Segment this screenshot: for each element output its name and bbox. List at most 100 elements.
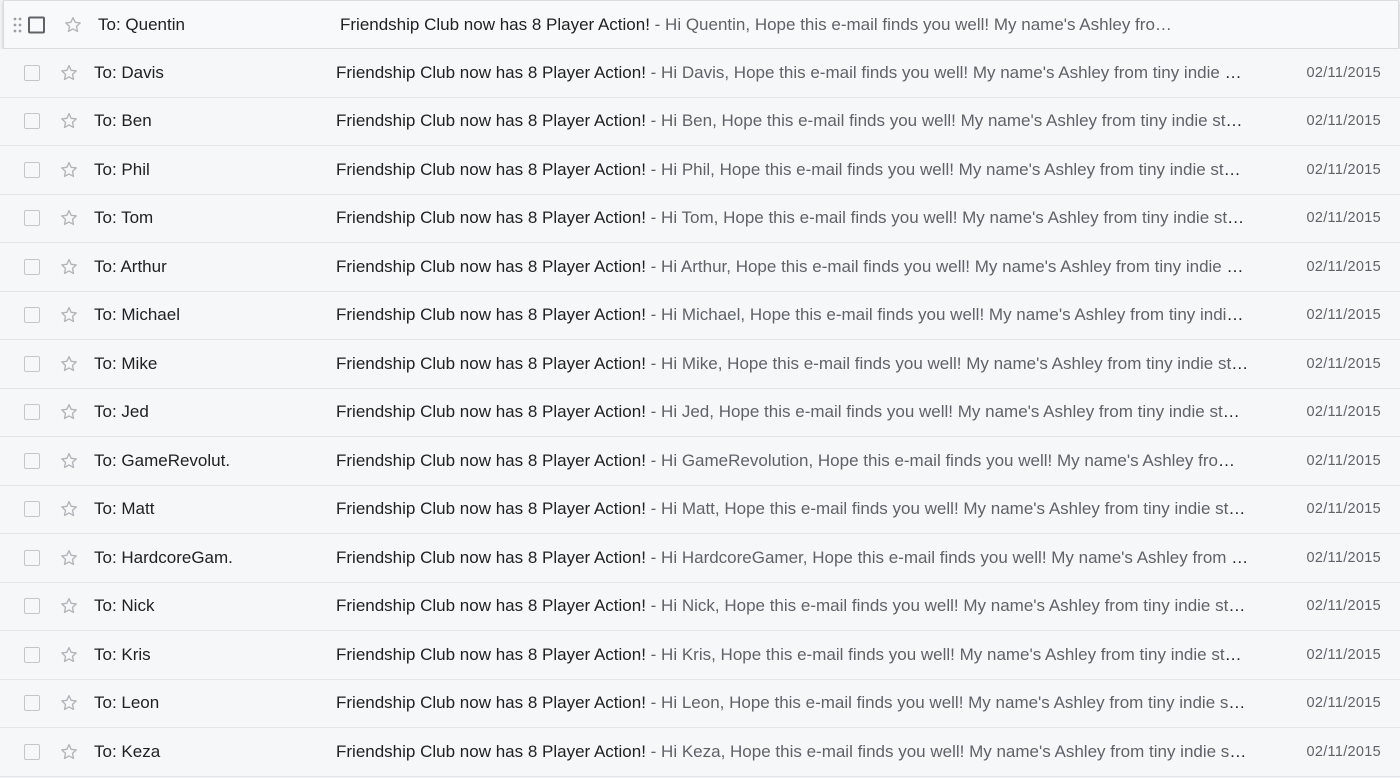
message-preview: Friendship Club now has 8 Player Action!…: [336, 548, 1249, 568]
email-row[interactable]: To: Nick Friendship Club now has 8 Playe…: [0, 582, 1400, 631]
snippet: - Hi Jed, Hope this e-mail finds you wel…: [650, 402, 1249, 422]
recipient: To: Jed: [94, 402, 149, 422]
subject: Friendship Club now has 8 Player Action!: [336, 596, 646, 616]
email-row[interactable]: To: Matt Friendship Club now has 8 Playe…: [0, 485, 1400, 534]
star-outline-icon[interactable]: [59, 402, 79, 422]
message-preview: Friendship Club now has 8 Player Action!…: [336, 354, 1249, 374]
email-list: To: Quentin Friendship Club now has 8 Pl…: [0, 0, 1400, 777]
star-outline-icon[interactable]: [59, 208, 79, 228]
date: 02/11/2015: [1306, 501, 1381, 518]
recipient: To: Leon: [94, 693, 160, 713]
select-checkbox[interactable]: [24, 307, 40, 324]
snippet: - Hi Mike, Hope this e-mail finds you we…: [650, 353, 1249, 373]
star-outline-icon[interactable]: [59, 742, 79, 762]
select-checkbox[interactable]: [24, 258, 40, 275]
snippet: - Hi GameRevolution, Hope this e-mail fi…: [650, 450, 1249, 470]
email-row[interactable]: To: GameRevolut. Friendship Club now has…: [0, 437, 1400, 486]
select-checkbox[interactable]: [24, 355, 40, 372]
date: 02/11/2015: [1306, 598, 1381, 615]
email-row[interactable]: To: Davis Friendship Club now has 8 Play…: [0, 49, 1400, 98]
message-preview: Friendship Club now has 8 Player Action!…: [336, 451, 1249, 471]
snippet: - Hi Michael, Hope this e-mail finds you…: [650, 305, 1249, 325]
recipient: To: Davis: [94, 62, 164, 82]
recipient: To: HardcoreGam.: [94, 547, 233, 567]
star-outline-icon[interactable]: [59, 111, 79, 131]
subject: Friendship Club now has 8 Player Action!: [336, 256, 646, 276]
select-checkbox[interactable]: [24, 210, 40, 227]
select-checkbox[interactable]: [24, 452, 40, 469]
select-checkbox[interactable]: [24, 598, 40, 615]
message-preview: Friendship Club now has 8 Player Action!…: [336, 645, 1249, 665]
star-outline-icon[interactable]: [63, 15, 83, 35]
select-checkbox[interactable]: [24, 549, 40, 566]
recipient: To: Mike: [94, 353, 158, 373]
select-checkbox[interactable]: [24, 501, 40, 518]
select-checkbox[interactable]: [24, 404, 40, 421]
star-outline-icon[interactable]: [59, 596, 79, 616]
recipient: To: Nick: [94, 596, 155, 616]
recipient: To: Phil: [94, 159, 150, 179]
star-outline-icon[interactable]: [59, 645, 79, 665]
subject: Friendship Club now has 8 Player Action!: [336, 208, 646, 228]
subject: Friendship Club now has 8 Player Action!: [336, 305, 646, 325]
snippet: - Hi Quentin, Hope this e-mail finds you…: [649, 14, 1172, 34]
recipient: To: Arthur: [94, 256, 167, 276]
message-preview: Friendship Club now has 8 Player Action!…: [336, 63, 1249, 83]
star-outline-icon[interactable]: [59, 305, 79, 325]
select-checkbox[interactable]: [24, 113, 40, 130]
message-preview: Friendship Club now has 8 Player Action!…: [340, 15, 1182, 35]
snippet: - Hi Keza, Hope this e-mail finds you we…: [650, 741, 1249, 761]
message-preview: Friendship Club now has 8 Player Action!…: [336, 742, 1249, 762]
star-outline-icon[interactable]: [59, 499, 79, 519]
email-row[interactable]: To: Arthur Friendship Club now has 8 Pla…: [0, 243, 1400, 292]
recipient: To: Kris: [94, 644, 151, 664]
date: 02/11/2015: [1306, 355, 1381, 372]
drag-handle-icon[interactable]: [13, 17, 23, 33]
message-preview: Friendship Club now has 8 Player Action!…: [336, 402, 1249, 422]
recipient: To: Quentin: [98, 14, 185, 34]
email-row[interactable]: To: Kris Friendship Club now has 8 Playe…: [0, 631, 1400, 680]
star-outline-icon[interactable]: [59, 257, 79, 277]
email-row[interactable]: To: HardcoreGam. Friendship Club now has…: [0, 534, 1400, 583]
select-checkbox[interactable]: [24, 64, 40, 81]
date: 02/11/2015: [1306, 161, 1381, 178]
subject: Friendship Club now has 8 Player Action!: [340, 14, 650, 34]
select-checkbox[interactable]: [28, 16, 45, 33]
star-outline-icon[interactable]: [59, 354, 79, 374]
email-row[interactable]: To: Michael Friendship Club now has 8 Pl…: [0, 291, 1400, 340]
email-row[interactable]: To: Mike Friendship Club now has 8 Playe…: [0, 340, 1400, 389]
email-row[interactable]: To: Jed Friendship Club now has 8 Player…: [0, 388, 1400, 437]
star-outline-icon[interactable]: [59, 160, 79, 180]
subject: Friendship Club now has 8 Player Action!: [336, 547, 646, 567]
select-checkbox[interactable]: [24, 646, 40, 663]
message-preview: Friendship Club now has 8 Player Action!…: [336, 693, 1249, 713]
star-outline-icon[interactable]: [59, 693, 79, 713]
subject: Friendship Club now has 8 Player Action!: [336, 693, 646, 713]
subject: Friendship Club now has 8 Player Action!: [336, 450, 646, 470]
star-outline-icon[interactable]: [59, 548, 79, 568]
select-checkbox[interactable]: [24, 743, 40, 760]
email-row[interactable]: To: Ben Friendship Club now has 8 Player…: [0, 97, 1400, 146]
message-preview: Friendship Club now has 8 Player Action!…: [336, 208, 1249, 228]
select-checkbox[interactable]: [24, 161, 40, 178]
select-checkbox[interactable]: [24, 695, 40, 712]
star-outline-icon[interactable]: [59, 451, 79, 471]
subject: Friendship Club now has 8 Player Action!: [336, 644, 646, 664]
email-row[interactable]: To: Tom Friendship Club now has 8 Player…: [0, 194, 1400, 243]
recipient: To: Tom: [94, 208, 154, 228]
date: 02/11/2015: [1306, 695, 1381, 712]
date: 02/11/2015: [1306, 404, 1381, 421]
email-row[interactable]: To: Leon Friendship Club now has 8 Playe…: [0, 679, 1400, 728]
date: 02/11/2015: [1306, 646, 1381, 663]
email-row[interactable]: To: Keza Friendship Club now has 8 Playe…: [0, 728, 1400, 777]
snippet: - Hi Matt, Hope this e-mail finds you we…: [650, 499, 1249, 519]
snippet: - Hi Davis, Hope this e-mail finds you w…: [650, 62, 1249, 82]
star-outline-icon[interactable]: [59, 63, 79, 83]
date: 02/11/2015: [1306, 307, 1381, 324]
email-row[interactable]: To: Quentin Friendship Club now has 8 Pl…: [3, 0, 1399, 49]
email-row[interactable]: To: Phil Friendship Club now has 8 Playe…: [0, 146, 1400, 195]
subject: Friendship Club now has 8 Player Action!: [336, 111, 646, 131]
recipient: To: Michael: [94, 305, 180, 325]
snippet: - Hi Leon, Hope this e-mail finds you we…: [650, 693, 1249, 713]
message-preview: Friendship Club now has 8 Player Action!…: [336, 499, 1249, 519]
